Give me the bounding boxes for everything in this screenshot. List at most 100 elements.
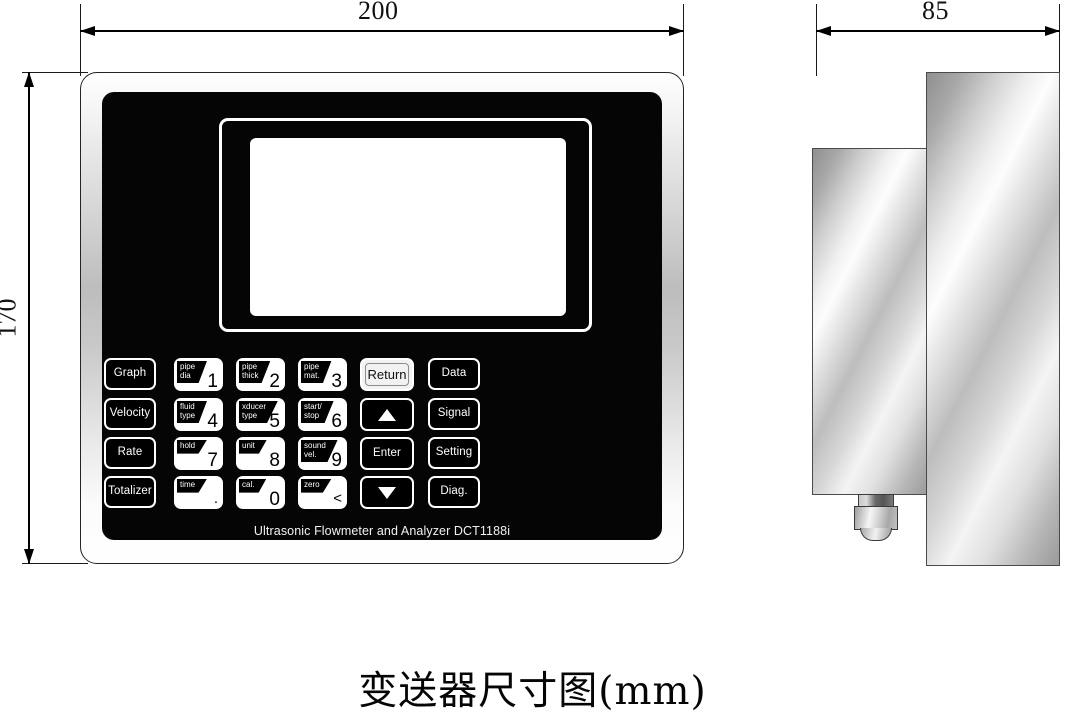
key-digit: < bbox=[333, 490, 342, 507]
key-tag-line2: stop bbox=[304, 410, 320, 420]
key-graph[interactable]: Graph bbox=[104, 358, 156, 390]
arrow-head-up bbox=[23, 72, 34, 87]
key-digit: 1 bbox=[207, 371, 218, 391]
dimension-200-label: 200 bbox=[358, 0, 399, 25]
key-tag-line2: vel. bbox=[304, 449, 317, 459]
key-tag-line1: time bbox=[180, 480, 196, 489]
dimension-line bbox=[80, 30, 684, 32]
key-label: Graph bbox=[113, 367, 147, 380]
key-digit: 4 bbox=[207, 411, 218, 431]
key-digit: 9 bbox=[331, 450, 342, 470]
cable-gland-cap bbox=[860, 528, 892, 541]
extension-line-side-left bbox=[816, 4, 817, 76]
key-tag: pipe thick bbox=[238, 360, 271, 384]
key-digit: 8 bbox=[269, 450, 280, 470]
cable-gland bbox=[854, 494, 898, 541]
key-cal-0[interactable]: cal. 0 bbox=[236, 476, 285, 509]
key-digit: 2 bbox=[269, 371, 280, 391]
key-tag-line2: dia bbox=[180, 370, 191, 380]
key-zero-key[interactable]: zero < bbox=[298, 476, 347, 509]
dimension-200: 200 bbox=[80, 0, 684, 36]
key-tag-line2: thick bbox=[242, 370, 259, 380]
key-tag: pipe dia bbox=[176, 360, 208, 384]
key-rate[interactable]: Rate bbox=[104, 437, 156, 469]
key-unit-8[interactable]: unit 8 bbox=[236, 437, 285, 470]
key-enter[interactable]: Enter bbox=[360, 437, 414, 470]
key-tag-line2: type bbox=[242, 410, 258, 420]
key-pipe-mat-3[interactable]: pipe mat. 3 bbox=[298, 358, 347, 391]
arrow-head-right bbox=[669, 25, 684, 36]
dimension-line bbox=[28, 72, 30, 564]
side-view bbox=[810, 70, 1062, 570]
key-digit: . bbox=[213, 490, 218, 507]
key-label: Setting bbox=[435, 446, 473, 459]
dimension-line bbox=[816, 30, 1060, 32]
key-label: Enter bbox=[373, 446, 401, 459]
chevron-up-icon bbox=[378, 408, 396, 421]
key-tag: start/stop bbox=[300, 400, 334, 424]
chevron-down-icon bbox=[378, 486, 396, 499]
dimension-170: 170 bbox=[0, 72, 34, 564]
key-xducer-type-5[interactable]: xducer type 5 bbox=[236, 398, 285, 431]
dimension-170-label: 170 bbox=[0, 298, 22, 338]
key-setting[interactable]: Setting bbox=[428, 437, 480, 469]
key-tag-line1: cal. bbox=[242, 480, 255, 489]
faceplate: Graph Velocity Rate Totalizer pipe dia 1 pipe th… bbox=[102, 92, 662, 540]
extension-line-front-right bbox=[683, 4, 684, 76]
figure-caption: 变送器尺寸图(mm) bbox=[358, 669, 707, 714]
dimension-85-label: 85 bbox=[922, 0, 949, 25]
key-label: Data bbox=[441, 367, 467, 380]
key-arrow-up[interactable] bbox=[360, 398, 414, 431]
key-digit: 0 bbox=[269, 489, 280, 509]
key-label: Velocity bbox=[109, 407, 151, 420]
arrow-head-left bbox=[816, 25, 831, 36]
key-time-key[interactable]: time. bbox=[174, 476, 223, 509]
arrow-head-right bbox=[1045, 25, 1060, 36]
extension-line-side-right bbox=[1059, 4, 1060, 76]
key-tag: zero bbox=[300, 478, 332, 493]
side-view-front-panel bbox=[926, 72, 1060, 566]
key-tag-line1: zero bbox=[304, 480, 320, 489]
arrow-head-down bbox=[23, 549, 34, 564]
key-arrow-down[interactable] bbox=[360, 476, 414, 509]
key-data[interactable]: Data bbox=[428, 358, 480, 390]
key-digit: 3 bbox=[331, 371, 342, 391]
dimension-drawing: 200 170 85 Graph Velocity Rate Totalizer pip… bbox=[0, 0, 1065, 716]
key-tag-line1: unit bbox=[242, 441, 255, 450]
key-tag: cal. bbox=[238, 478, 267, 493]
key-return[interactable]: Return bbox=[360, 358, 414, 391]
key-tag: time bbox=[176, 478, 208, 493]
key-tag: unit bbox=[238, 439, 267, 454]
key-tag: fluid type bbox=[176, 400, 208, 424]
arrow-head-left bbox=[80, 25, 95, 36]
dimension-85: 85 bbox=[816, 0, 1060, 36]
key-diag[interactable]: Diag. bbox=[428, 476, 480, 508]
key-digit: 7 bbox=[207, 450, 218, 470]
key-label: Return bbox=[367, 367, 407, 382]
key-pipe-dia-1[interactable]: pipe dia 1 bbox=[174, 358, 223, 391]
key-digit: 6 bbox=[331, 411, 342, 431]
key-tag-line2: type bbox=[180, 410, 196, 420]
key-tag-line2: mat. bbox=[304, 370, 320, 380]
key-hold-7[interactable]: hold 7 bbox=[174, 437, 223, 470]
keypad: Graph Velocity Rate Totalizer pipe dia 1 pipe th… bbox=[102, 358, 662, 518]
key-start-stop-6[interactable]: start/stop 6 bbox=[298, 398, 347, 431]
side-view-rear-enclosure bbox=[812, 148, 928, 495]
key-tag: pipe mat. bbox=[300, 360, 332, 384]
brand-label: Ultrasonic Flowmeter and Analyzer DCT118… bbox=[253, 524, 511, 538]
key-label: Signal bbox=[437, 407, 471, 420]
key-signal[interactable]: Signal bbox=[428, 398, 480, 430]
key-sound-vel-9[interactable]: sound vel. 9 bbox=[298, 437, 347, 470]
lcd-screen bbox=[250, 138, 566, 316]
key-digit: 5 bbox=[269, 411, 280, 431]
key-label: Diag. bbox=[440, 485, 468, 498]
key-fluid-type-4[interactable]: fluid type 4 bbox=[174, 398, 223, 431]
key-velocity[interactable]: Velocity bbox=[104, 398, 156, 430]
key-totalizer[interactable]: Totalizer bbox=[104, 476, 156, 508]
key-tag: hold bbox=[176, 439, 208, 454]
front-view: Graph Velocity Rate Totalizer pipe dia 1 pipe th… bbox=[80, 72, 684, 564]
cable-gland-body bbox=[854, 506, 898, 530]
key-label: Totalizer bbox=[108, 485, 152, 498]
extension-line-front-left bbox=[80, 4, 81, 76]
key-pipe-thick-2[interactable]: pipe thick 2 bbox=[236, 358, 285, 391]
